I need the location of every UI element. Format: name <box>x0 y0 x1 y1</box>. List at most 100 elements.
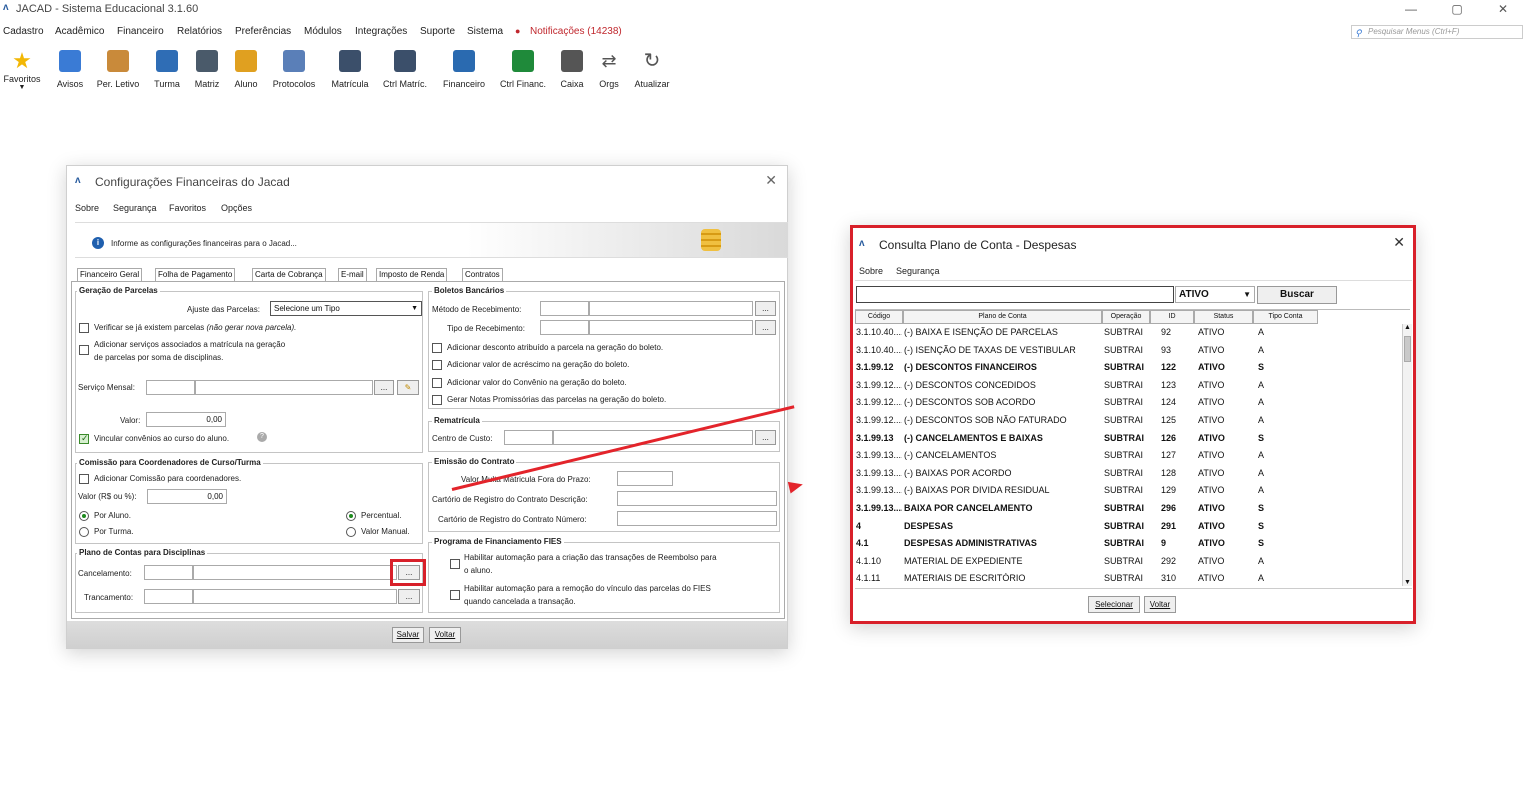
table-row[interactable]: 4 DESPESAS SUBTRAI 291 ATIVO S <box>855 518 1405 535</box>
acrescimo-checkbox[interactable] <box>432 360 442 370</box>
close-icon[interactable]: ✕ <box>765 172 777 189</box>
column-header-id[interactable]: ID <box>1150 310 1194 324</box>
toolbar-financeiro[interactable]: Financeiro <box>440 50 488 89</box>
tab-email[interactable]: E-mail <box>338 268 367 281</box>
percentual-radio[interactable] <box>346 511 356 521</box>
menu-financeiro[interactable]: Financeiro <box>117 26 164 37</box>
menu-seguranca[interactable]: Segurança <box>896 266 940 276</box>
servico-mensal-code-input[interactable] <box>146 380 195 395</box>
menu-preferencias[interactable]: Preferências <box>235 26 291 37</box>
column-header-tipo-conta[interactable]: Tipo Conta <box>1253 310 1318 324</box>
trancamento-desc-input[interactable] <box>193 589 397 604</box>
toolbar-per-letivo[interactable]: Per. Letivo <box>95 50 141 89</box>
tipo-lookup-button[interactable]: ... <box>755 320 776 335</box>
servico-mensal-desc-input[interactable] <box>195 380 373 395</box>
tab-imposto-renda[interactable]: Imposto de Renda <box>376 268 448 281</box>
column-header-plano[interactable]: Plano de Conta <box>903 310 1102 324</box>
tipo-desc-input[interactable] <box>589 320 753 335</box>
cancelamento-desc-input[interactable] <box>193 565 397 580</box>
table-row[interactable]: 3.1.10.40.... (-) ISENÇÃO DE TAXAS DE VES… <box>855 342 1405 359</box>
adicionar-comissao-checkbox[interactable] <box>79 474 89 484</box>
desconto-checkbox[interactable] <box>432 343 442 353</box>
voltar-button[interactable]: Voltar <box>1144 596 1176 613</box>
menu-suporte[interactable]: Suporte <box>420 26 455 37</box>
centro-custo-lookup-button[interactable]: ... <box>755 430 776 445</box>
vincular-convenios-checkbox[interactable] <box>79 433 89 444</box>
pencil-edit-icon[interactable]: ✎ <box>397 380 419 395</box>
centro-custo-desc-input[interactable] <box>553 430 753 445</box>
toolbar-turma[interactable]: Turma <box>152 50 182 89</box>
comissao-valor-input[interactable]: 0,00 <box>147 489 227 504</box>
servico-mensal-lookup-button[interactable]: ... <box>374 380 394 395</box>
table-row[interactable]: 3.1.99.13.... (-) BAIXAS POR DIVIDA RESID… <box>855 482 1405 499</box>
table-row[interactable]: 3.1.99.13.... (-) CANCELAMENTOS SUBTRAI 127… <box>855 447 1405 464</box>
metodo-lookup-button[interactable]: ... <box>755 301 776 316</box>
table-row[interactable]: 4.1.10 MATERIAL DE EXPEDIENTE SUBTRAI 292 AT… <box>855 553 1405 570</box>
centro-custo-code-input[interactable] <box>504 430 553 445</box>
fies-reembolso-checkbox[interactable] <box>450 559 460 569</box>
tab-carta-cobranca[interactable]: Carta de Cobrança <box>252 268 326 281</box>
tab-contratos[interactable]: Contratos <box>462 268 503 281</box>
metodo-code-input[interactable] <box>540 301 589 316</box>
toolbar-ctrl-financ[interactable]: Ctrl Financ. <box>497 50 549 89</box>
table-row[interactable]: 3.1.99.12.... (-) DESCONTOS SOB NÃO FATUR… <box>855 412 1405 429</box>
toolbar-orgs[interactable]: ⇄ Orgs <box>594 50 624 89</box>
column-header-operacao[interactable]: Operação <box>1102 310 1150 324</box>
promissorias-checkbox[interactable] <box>432 395 442 405</box>
ajuste-parcelas-select[interactable]: Selecione um Tipo ▼ <box>270 301 422 316</box>
scroll-down-icon[interactable]: ▼ <box>1403 579 1412 586</box>
trancamento-lookup-button[interactable]: ... <box>398 589 420 604</box>
menu-sobre[interactable]: Sobre <box>75 203 99 213</box>
menu-opcoes[interactable]: Opções <box>221 203 252 213</box>
table-row[interactable]: 3.1.99.13.... (-) BAIXAS POR ACORDO SUBTRA… <box>855 465 1405 482</box>
minimize-button[interactable]: — <box>1396 0 1426 18</box>
menu-seguranca[interactable]: Segurança <box>113 203 157 213</box>
maximize-button[interactable]: ▢ <box>1442 0 1472 18</box>
tipo-code-input[interactable] <box>540 320 589 335</box>
column-header-codigo[interactable]: Código <box>855 310 903 324</box>
search-menus-input[interactable]: ⚲ Pesquisar Menus (Ctrl+F) <box>1351 25 1523 39</box>
fies-remocao-checkbox[interactable] <box>450 590 460 600</box>
table-row[interactable]: 3.1.99.12 (-) DESCONTOS FINANCEIROS SUBTRA… <box>855 359 1405 376</box>
valor-input[interactable]: 0,00 <box>146 412 226 427</box>
table-row[interactable]: 4.1 DESPESAS ADMINISTRATIVAS SUBTRAI 9 ATIVO… <box>855 535 1405 552</box>
por-turma-radio[interactable] <box>79 527 89 537</box>
voltar-button[interactable]: Voltar <box>429 627 461 643</box>
status-select[interactable]: ATIVO ▼ <box>1175 286 1255 303</box>
salvar-button[interactable]: Salvar <box>392 627 424 643</box>
close-window-button[interactable]: ✕ <box>1488 0 1518 18</box>
multa-input[interactable] <box>617 471 673 486</box>
toolbar-caixa[interactable]: Caixa <box>557 50 587 89</box>
close-icon[interactable]: ✕ <box>1393 234 1405 251</box>
trancamento-code-input[interactable] <box>144 589 193 604</box>
tab-folha-pagamento[interactable]: Folha de Pagamento <box>155 268 236 281</box>
metodo-desc-input[interactable] <box>589 301 753 316</box>
toolbar-protocolos[interactable]: Protocolos <box>270 50 318 89</box>
toolbar-aluno[interactable]: Aluno <box>231 50 261 89</box>
menu-academico[interactable]: Acadêmico <box>55 26 104 37</box>
menu-cadastro[interactable]: Cadastro <box>3 26 44 37</box>
cancelamento-code-input[interactable] <box>144 565 193 580</box>
scroll-up-icon[interactable]: ▲ <box>1403 324 1412 331</box>
table-row[interactable]: 3.1.99.13 (-) CANCELAMENTOS E BAIXAS SUBTR… <box>855 430 1405 447</box>
column-header-status[interactable]: Status <box>1194 310 1253 324</box>
cartorio-descricao-input[interactable] <box>617 491 777 506</box>
toolbar-favoritos[interactable]: ★ Favoritos ▼ <box>2 50 42 92</box>
verificar-parcelas-checkbox[interactable] <box>79 323 89 333</box>
menu-relatorios[interactable]: Relatórios <box>177 26 222 37</box>
buscar-button[interactable]: Buscar <box>1257 286 1337 304</box>
table-row[interactable]: 3.1.99.12.... (-) DESCONTOS CONCEDIDOS SUB… <box>855 377 1405 394</box>
menu-sobre[interactable]: Sobre <box>859 266 883 276</box>
convenio-checkbox[interactable] <box>432 378 442 388</box>
toolbar-atualizar[interactable]: ↻ Atualizar <box>632 50 672 89</box>
table-row[interactable]: 3.1.99.13.... BAIXA POR CANCELAMENTO SUBTR… <box>855 500 1405 517</box>
por-aluno-radio[interactable] <box>79 511 89 521</box>
search-text-input[interactable] <box>856 286 1174 303</box>
menu-notificacoes[interactable]: Notificações (14238) <box>530 26 622 37</box>
table-row[interactable]: 3.1.99.12.... (-) DESCONTOS SOB ACORDO SUB… <box>855 394 1405 411</box>
help-icon[interactable]: ? <box>257 432 267 442</box>
toolbar-matriz[interactable]: Matriz <box>192 50 222 89</box>
menu-integracoes[interactable]: Integrações <box>355 26 407 37</box>
scroll-thumb[interactable] <box>1404 336 1411 362</box>
menu-sistema[interactable]: Sistema <box>467 26 503 37</box>
